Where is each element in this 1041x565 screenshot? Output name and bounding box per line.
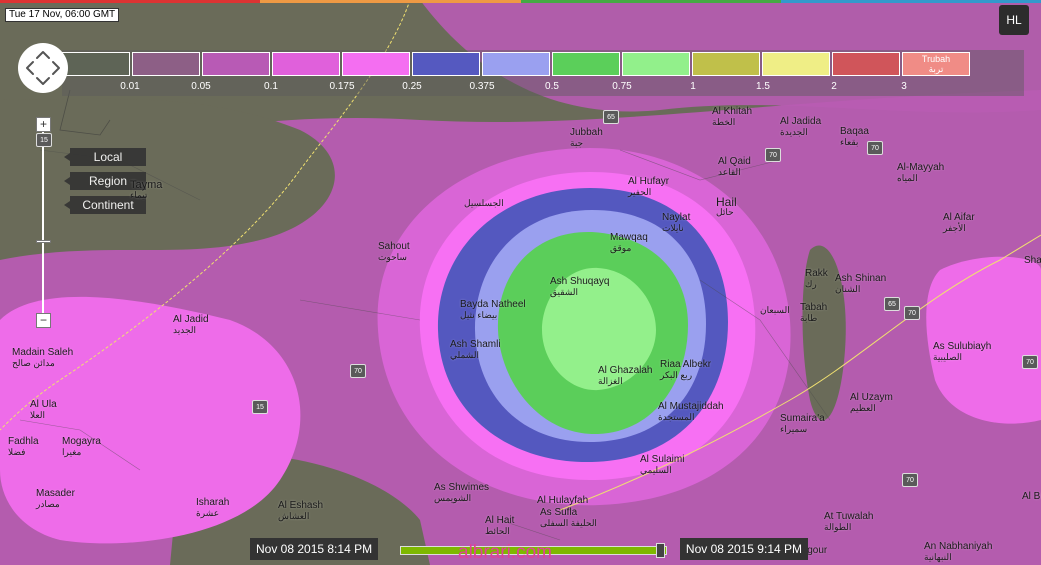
zoom-out-button[interactable]: −: [36, 313, 51, 328]
place-label: Riaa Albekr ربع البكر: [660, 359, 712, 381]
legend-tick: 0.1: [264, 81, 278, 92]
road-shield-icon: 70: [902, 473, 918, 487]
place-label: Al Ula العلا: [30, 399, 57, 421]
place-label: Al Eshash العشاش: [278, 500, 324, 522]
forecast-timestamp: Tue 17 Nov, 06:00 GMT: [5, 8, 120, 22]
place-label: Al Mustajiddah المستجدة: [658, 401, 724, 423]
road-shield-icon: 65: [884, 297, 900, 311]
place-label: Sahout ساحوت: [378, 241, 410, 263]
watermark: albrari.com: [458, 542, 552, 563]
place-label: Mogayra مغيرا: [62, 436, 101, 458]
time-start-label: Nov 08 2015 8:14 PM: [250, 538, 379, 560]
road-shield-icon: 15: [36, 133, 52, 147]
legend-swatch: [272, 52, 340, 76]
place-label: An Nabhaniyah النبهانية: [924, 541, 993, 563]
place-label: Al Sulaimi السليمي: [640, 454, 685, 476]
legend-swatch: Trubah تربة: [902, 52, 970, 76]
legend-swatch: [412, 52, 480, 76]
zoom-slider-handle[interactable]: [36, 240, 51, 243]
time-slider-handle[interactable]: [656, 543, 665, 558]
place-label: الجسلسيل: [464, 198, 504, 208]
precipitation-legend: Trubah تربة 0.01 0.05 0.1 0.175 0.25 0.37…: [62, 50, 1024, 96]
place-label: Al-Mayyah المياه: [897, 162, 945, 184]
place-label: Al Aifar الأجفر: [943, 212, 975, 234]
legend-tick: 0.175: [329, 81, 355, 92]
legend-tick: 1: [690, 81, 696, 92]
legend-swatch: [132, 52, 200, 76]
road-shield-icon: 70: [765, 148, 781, 162]
legend-swatch: [762, 52, 830, 76]
legend-tick: 2: [831, 81, 837, 92]
place-label: Tayma تيماء: [130, 179, 163, 201]
place-label: Al Uzaym العظيم: [850, 392, 893, 414]
road-shield-icon: 65: [603, 110, 619, 124]
place-label: Baqaa بقعاء: [840, 126, 869, 148]
road-shield-icon: 70: [904, 306, 920, 320]
place-label: Al Hulayfah: [537, 495, 589, 506]
legend-tick: 1.5: [756, 81, 770, 92]
legend-swatch: [552, 52, 620, 76]
place-label: Al Hufayr الحفير: [628, 176, 670, 198]
place-label: Sumaira'a سميراء: [780, 413, 825, 435]
place-label: Hail حائل: [716, 195, 737, 217]
place-label: Fadhla فضلا: [8, 436, 39, 458]
place-label: At Tuwalah الطوالة: [824, 511, 874, 533]
zoom-slider-track[interactable]: [42, 132, 44, 314]
place-label: As Sufla الحليفة السفلى: [540, 507, 597, 529]
pan-arrows-icon[interactable]: [18, 43, 68, 93]
legend-swatch: [832, 52, 900, 76]
place-label: Mawqaq موقق: [610, 232, 648, 254]
legend-tick: 0.25: [402, 81, 422, 92]
place-label: As Sulubiayh الصليبية: [933, 341, 992, 363]
legend-swatch: [342, 52, 410, 76]
road-shield-icon: 70: [867, 141, 883, 155]
place-label: Al Jadida الجديدة: [780, 116, 822, 138]
road-shield-icon: 15: [252, 400, 268, 414]
place-label: Ash Shuqayq الشقيق: [550, 276, 610, 298]
scale-button-local[interactable]: Local: [64, 148, 146, 166]
legend-tick: 3: [901, 81, 907, 92]
place-label: Masader مصادر: [36, 488, 75, 510]
legend-swatch-label: Trubah تربة: [921, 54, 951, 74]
logo-icon[interactable]: HL: [999, 5, 1029, 35]
place-label: السبعان: [760, 305, 790, 315]
place-label: As Shwimes الشويمس: [434, 482, 490, 504]
place-label: Sha: [1024, 255, 1041, 266]
place-label: Al Ghazalah الغزالة: [598, 365, 653, 387]
place-label: Tabah طابة: [800, 302, 828, 324]
legend-swatch: [62, 52, 130, 76]
legend-tick: 0.375: [469, 81, 495, 92]
place-label: Ash Shamli الشملي: [450, 339, 501, 361]
place-label: Al Buk: [1022, 491, 1041, 502]
legend-tick: 0.75: [612, 81, 632, 92]
legend-swatch: [692, 52, 760, 76]
place-label: Madain Saleh مدائن صالح: [12, 347, 74, 369]
place-label: Rakk رك: [805, 268, 828, 290]
road-shield-icon: 70: [350, 364, 366, 378]
top-color-strip: [0, 0, 1041, 3]
time-end-label: Nov 08 2015 9:14 PM: [679, 538, 808, 560]
legend-tick: 0.5: [545, 81, 559, 92]
zoom-in-button[interactable]: +: [36, 117, 51, 132]
legend-tick: 0.05: [191, 81, 211, 92]
legend-swatch: [622, 52, 690, 76]
place-label: Al Hait الحائط: [485, 515, 515, 537]
place-label: Al Khitah الخطة: [712, 106, 753, 128]
place-label: Naylat نايلات: [662, 212, 691, 234]
road-shield-icon: 70: [1022, 355, 1038, 369]
place-label: Bayda Natheel بيضاء نثيل: [460, 299, 526, 321]
place-label: Al Jadid الجديد: [173, 314, 209, 336]
place-label: Ash Shinan الشنان: [835, 273, 887, 295]
place-label: Jubbah جبة: [570, 127, 603, 149]
place-label: Al Qaid القاعد: [718, 156, 751, 178]
legend-swatch: [202, 52, 270, 76]
legend-tick: 0.01: [120, 81, 140, 92]
place-label: Isharah عشرة: [196, 497, 230, 519]
legend-swatch: [482, 52, 550, 76]
